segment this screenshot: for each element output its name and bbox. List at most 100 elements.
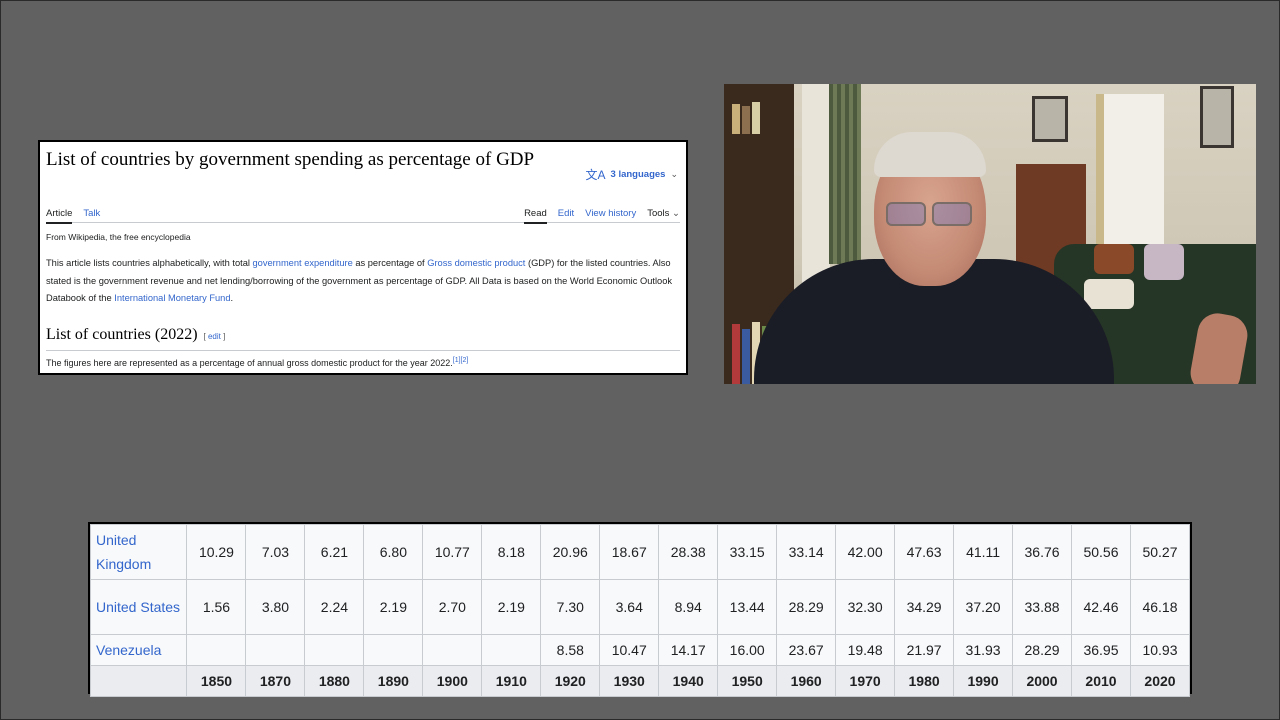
table-cell: 6.21 (304, 524, 365, 580)
intro-text-1: This article lists countries alphabetica… (46, 258, 253, 268)
edit-label: edit (207, 332, 221, 341)
year-header-cell[interactable]: 1950 (717, 665, 778, 697)
figures-note-text: The figures here are represented as a pe… (46, 358, 453, 368)
link-gdp[interactable]: Gross domestic product (427, 258, 525, 268)
table-cell: 2.19 (481, 579, 542, 635)
table-cell: 36.95 (1071, 634, 1131, 666)
table-cell: 16.00 (717, 634, 778, 666)
country-link[interactable]: United States (89, 579, 188, 635)
table-cell: 28.29 (1012, 634, 1073, 666)
table-row: United States 1.56 3.80 2.24 2.19 2.70 2.19 7.3… (89, 579, 1191, 635)
table-cell: 36.76 (1012, 524, 1073, 580)
intro-paragraph: This article lists countries alphabetica… (46, 255, 676, 308)
table-cell: 42.46 (1071, 579, 1131, 635)
tab-read[interactable]: Read (524, 208, 547, 224)
video-book (732, 104, 740, 134)
spending-table: United Kingdom 10.29 7.03 6.21 6.80 10.77 8.18… (89, 524, 1191, 697)
table-cell: 33.14 (776, 524, 837, 580)
page-tabs: Article Talk Read Edit View history Tool… (46, 205, 680, 224)
table-cell (245, 634, 306, 666)
table-cell (304, 634, 365, 666)
translate-icon: 文A (585, 168, 606, 182)
table-cell: 21.97 (894, 634, 955, 666)
table-row: Venezuela 8.58 10.47 14.17 16.00 23.67 19.48 21… (89, 634, 1191, 666)
citation-ref[interactable]: [1][2] (453, 357, 469, 364)
page-title: List of countries by government spending… (46, 149, 535, 170)
table-cell: 1.56 (186, 579, 247, 635)
table-cell: 8.18 (481, 524, 542, 580)
year-header-cell[interactable]: 1890 (363, 665, 424, 697)
year-header-cell[interactable]: 1930 (599, 665, 660, 697)
tab-talk[interactable]: Talk (83, 208, 100, 224)
table-cell: 14.17 (658, 634, 719, 666)
table-cell (363, 634, 424, 666)
languages-button[interactable]: 文A 3 languages ⌄ (586, 166, 678, 183)
country-link[interactable]: Venezuela (89, 634, 188, 666)
languages-label: 3 languages (610, 169, 666, 180)
year-header-cell[interactable]: 2010 (1071, 665, 1131, 697)
table-cell (422, 634, 483, 666)
table-cell: 13.44 (717, 579, 778, 635)
video-book (752, 102, 760, 134)
tools-label: Tools (647, 208, 670, 219)
glasses-lens-left (886, 202, 926, 226)
year-header-cell[interactable]: 2020 (1129, 665, 1191, 697)
table-cell: 10.29 (186, 524, 247, 580)
table-cell: 32.30 (835, 579, 896, 635)
tab-article[interactable]: Article (46, 208, 73, 224)
year-header-cell[interactable]: 1880 (304, 665, 365, 697)
table-row: United Kingdom 10.29 7.03 6.21 6.80 10.77 8.18… (89, 524, 1191, 580)
table-cell: 37.20 (953, 579, 1014, 635)
link-government-expenditure[interactable]: government expenditure (253, 258, 353, 268)
table-cell: 42.00 (835, 524, 896, 580)
table-cell: 20.96 (540, 524, 601, 580)
wikipedia-panel: List of countries by government spending… (38, 140, 688, 375)
table-cell: 3.80 (245, 579, 306, 635)
blank-corner-cell (89, 665, 188, 697)
year-header-cell[interactable]: 1970 (835, 665, 896, 697)
video-book (742, 106, 750, 134)
video-picture-frame (1032, 96, 1068, 142)
video-person-hair (874, 132, 986, 177)
section-heading: List of countries (2022) [ edit ] (46, 326, 680, 351)
table-cell: 8.58 (540, 634, 601, 666)
table-cell: 23.67 (776, 634, 837, 666)
country-link[interactable]: United Kingdom (89, 524, 188, 580)
table-cell: 50.27 (1129, 524, 1191, 580)
table-cell: 7.30 (540, 579, 601, 635)
table-cell: 19.48 (835, 634, 896, 666)
table-cell: 18.67 (599, 524, 660, 580)
year-header-cell[interactable]: 1940 (658, 665, 719, 697)
year-header-cell[interactable]: 1850 (186, 665, 247, 697)
video-person-glasses (886, 202, 976, 226)
table-cell: 28.38 (658, 524, 719, 580)
tab-edit[interactable]: Edit (558, 208, 574, 224)
tab-tools[interactable]: Tools ⌄ (647, 208, 680, 224)
year-header-cell[interactable]: 1980 (894, 665, 955, 697)
year-header-cell[interactable]: 2000 (1012, 665, 1073, 697)
table-cell: 47.63 (894, 524, 955, 580)
table-cell: 10.47 (599, 634, 660, 666)
table-cell: 2.24 (304, 579, 365, 635)
year-header-cell[interactable]: 1900 (422, 665, 483, 697)
link-imf[interactable]: International Monetary Fund (114, 293, 230, 303)
intro-text-2: as percentage of (352, 258, 428, 268)
year-header-cell[interactable]: 1920 (540, 665, 601, 697)
table-cell: 33.15 (717, 524, 778, 580)
webcam-video (724, 84, 1256, 384)
video-picture-frame (1200, 86, 1234, 148)
year-header-cell[interactable]: 1870 (245, 665, 306, 697)
edit-section-link[interactable]: [ edit ] (204, 332, 226, 341)
table-cell: 6.80 (363, 524, 424, 580)
tab-view-history[interactable]: View history (585, 208, 636, 224)
year-header-cell[interactable]: 1910 (481, 665, 542, 697)
table-cell: 50.56 (1071, 524, 1131, 580)
video-cushion (1094, 244, 1134, 274)
video-curtain (829, 84, 861, 264)
year-header-cell[interactable]: 1990 (953, 665, 1014, 697)
section-heading-text: List of countries (2022) (46, 326, 198, 343)
table-cell: 7.03 (245, 524, 306, 580)
chevron-down-icon: ⌄ (672, 208, 680, 219)
year-header-cell[interactable]: 1960 (776, 665, 837, 697)
table-cell: 2.19 (363, 579, 424, 635)
